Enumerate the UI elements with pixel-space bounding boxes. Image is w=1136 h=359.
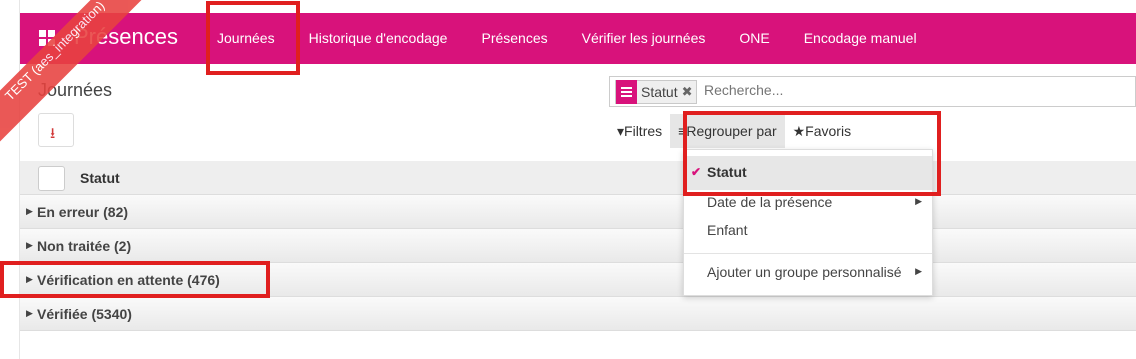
table-header: Statut <box>20 161 1136 195</box>
search-facet-statut: Statut ✖ <box>615 80 697 104</box>
groupby-option-enfant[interactable]: Enfant <box>684 214 932 248</box>
favorites-button[interactable]: ★Favoris <box>785 114 859 148</box>
caret-right-icon: ▶ <box>915 196 922 206</box>
group-label: Vérification en attente (476) <box>37 272 220 288</box>
group-by-button[interactable]: ≡Regrouper par <box>670 114 785 148</box>
caret-right-icon: ▶ <box>26 240 33 250</box>
facet-close-icon[interactable]: ✖ <box>682 84 696 100</box>
caret-right-icon: ▶ <box>915 266 922 276</box>
group-label: Vérifiée (5340) <box>37 306 132 322</box>
search-options-bar: ▾Filtres ≡Regrouper par ★Favoris <box>609 114 859 148</box>
menu-item-historique[interactable]: Historique d'encodage <box>292 13 465 64</box>
main-menu: Journées Historique d'encodage Présences… <box>200 13 934 64</box>
group-by-icon <box>616 80 637 104</box>
group-label: En erreur (82) <box>37 204 129 220</box>
group-row-non-traitee[interactable]: ▶ Non traitée (2) <box>20 229 1136 263</box>
caret-right-icon: ▶ <box>26 274 33 284</box>
group-row-en-erreur[interactable]: ▶ En erreur (82) <box>20 195 1136 229</box>
groupby-option-statut[interactable]: ✔ Statut <box>684 156 932 190</box>
download-button[interactable]: ⭳ <box>38 113 74 147</box>
group-label: Non traitée (2) <box>37 238 132 254</box>
menu-item-one[interactable]: ONE <box>722 13 786 64</box>
group-by-dropdown: ✔ Statut Date de la présence ▶ Enfant Aj… <box>683 149 933 296</box>
column-header-statut[interactable]: Statut <box>80 170 120 186</box>
top-navbar: Présences Journées Historique d'encodage… <box>20 13 1136 64</box>
checkmark-icon: ✔ <box>691 165 702 179</box>
filters-button[interactable]: ▾Filtres <box>609 114 670 148</box>
facet-label: Statut <box>641 84 678 100</box>
menu-item-journees[interactable]: Journées <box>200 13 292 64</box>
filter-icon: ▾ <box>617 123 625 139</box>
group-row-verification-en-attente[interactable]: ▶ Vérification en attente (476) <box>20 263 1136 297</box>
menu-item-encodage-manuel[interactable]: Encodage manuel <box>787 13 934 64</box>
menu-item-presences[interactable]: Présences <box>464 13 564 64</box>
left-gutter <box>0 0 20 359</box>
group-row-verifiee[interactable]: ▶ Vérifiée (5340) <box>20 297 1136 331</box>
download-icon: ⭳ <box>50 125 56 142</box>
menu-item-verifier[interactable]: Vérifier les journées <box>565 13 723 64</box>
caret-right-icon: ▶ <box>26 206 33 216</box>
caret-right-icon: ▶ <box>26 308 33 318</box>
dropdown-divider <box>684 253 932 254</box>
search-box: Statut ✖ <box>609 76 1136 107</box>
search-input[interactable] <box>704 82 1104 98</box>
star-icon: ★ <box>792 123 806 139</box>
select-all-checkbox[interactable] <box>38 166 65 191</box>
add-custom-group[interactable]: Ajouter un groupe personnalisé ▶ <box>684 256 932 290</box>
